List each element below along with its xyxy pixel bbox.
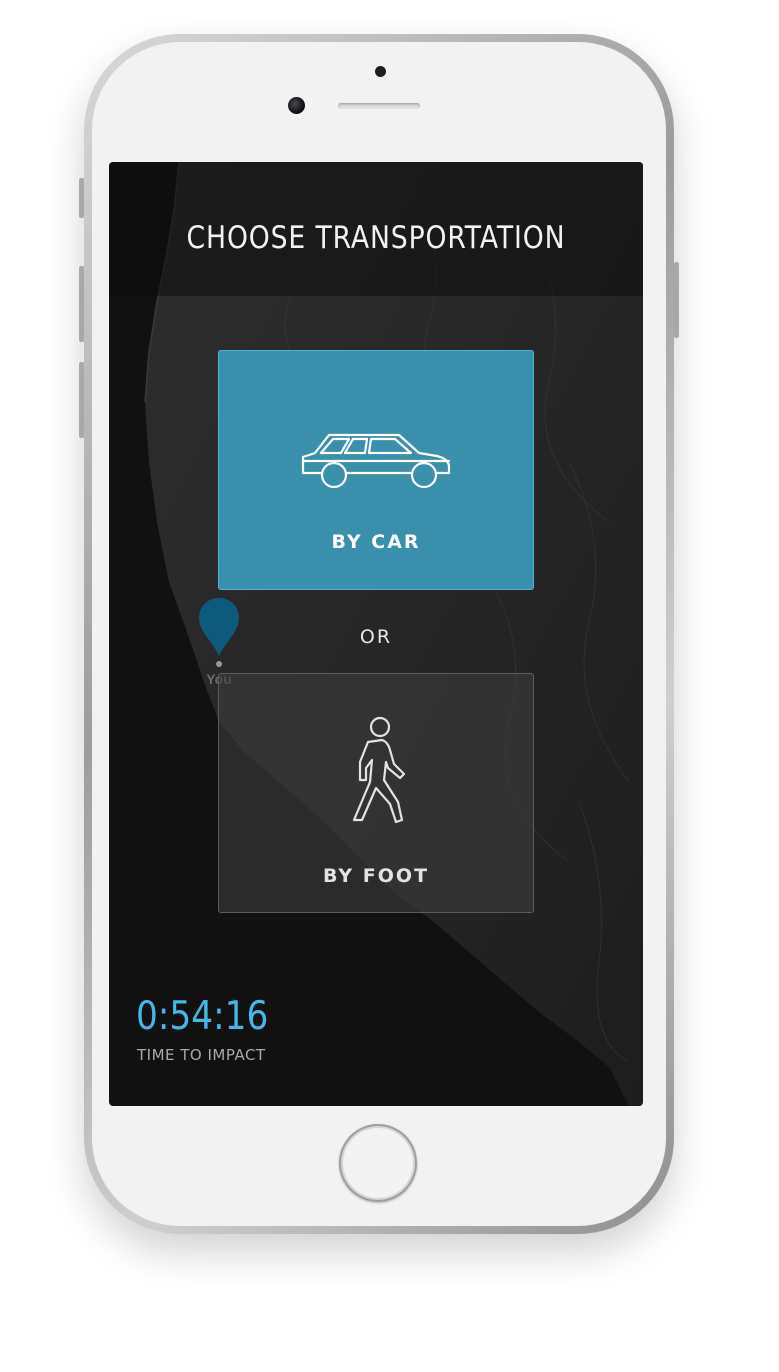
proximity-sensor <box>375 66 386 77</box>
app-screen: CHOOSE TRANSPORTATION BY CAR OR BY FOOT … <box>109 162 643 1106</box>
by-foot-label: BY FOOT <box>322 865 430 887</box>
countdown-timer: 0:54:16 <box>136 994 269 1039</box>
by-car-button[interactable]: BY CAR <box>218 350 534 590</box>
earpiece-speaker <box>338 103 420 109</box>
front-camera-icon <box>288 97 305 114</box>
power-button <box>674 262 679 338</box>
location-pin-icon <box>199 598 239 667</box>
by-foot-button[interactable]: BY FOOT <box>218 673 534 913</box>
or-separator: OR <box>359 626 393 648</box>
page-title: CHOOSE TRANSPORTATION <box>186 220 566 256</box>
car-icon <box>219 431 533 500</box>
home-button[interactable] <box>339 1124 417 1202</box>
by-car-label: BY CAR <box>331 531 421 553</box>
walking-person-icon <box>219 716 533 833</box>
countdown-caption: TIME TO IMPACT <box>137 1046 266 1064</box>
device-mockup: CHOOSE TRANSPORTATION BY CAR OR BY FOOT … <box>0 0 779 1372</box>
